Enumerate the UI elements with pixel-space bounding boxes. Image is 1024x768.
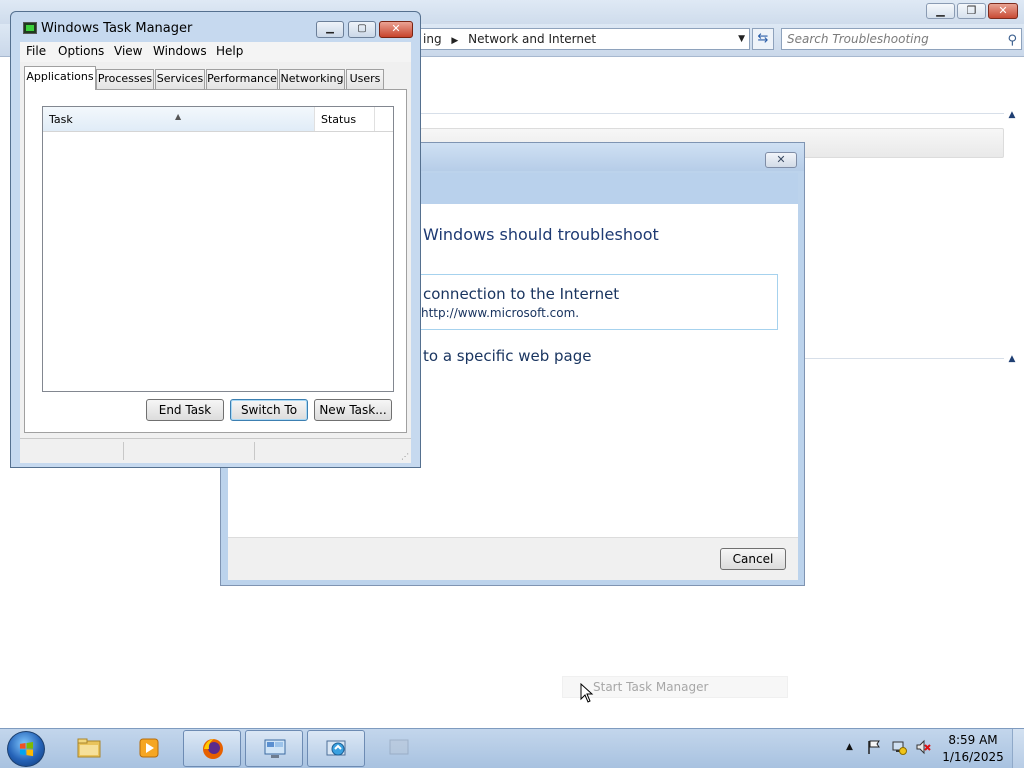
taskbar: ▲ 8:59 AM 1/16/2025 [0,728,1024,768]
dialog-footer: Cancel [228,537,798,580]
sort-ascending-icon: ▲ [175,112,182,121]
media-player-icon [139,738,159,758]
status-bar-divider [254,442,255,460]
task-manager-window: Windows Task Manager ▁ ▢ ✕ File Options … [10,11,421,468]
taskbar-troubleshooter[interactable] [307,730,365,767]
tab-applications[interactable]: Applications [24,66,96,90]
menu-help[interactable]: Help [216,44,243,58]
menu-windows[interactable]: Windows [153,44,207,58]
restore-button[interactable]: ❐ [957,3,986,19]
network-troubleshooter-icon [326,740,346,756]
dialog-heading: Windows should troubleshoot [423,225,659,244]
tab-users[interactable]: Users [346,69,384,89]
breadcrumb-segment[interactable]: ing [423,32,442,46]
cancel-button[interactable]: Cancel [720,548,786,570]
option-internet-description: http://www.microsoft.com. [421,306,580,320]
section-divider [420,113,1004,114]
column-header-task[interactable]: ▲ Task [43,107,315,131]
clock-date[interactable]: 1/16/2025 [940,750,1006,764]
taskbar-remote-desktop[interactable] [245,730,303,767]
taskbar-firefox[interactable] [183,730,241,767]
menu-bar: File Options View Windows Help [20,42,411,62]
close-button[interactable]: ✕ [988,3,1018,19]
maximize-button[interactable]: ▢ [348,21,376,38]
address-dropdown-icon[interactable]: ▼ [738,29,745,49]
menu-options[interactable]: Options [58,44,104,58]
column-header-status[interactable]: Status [315,107,375,131]
column-header-status-label: Status [321,113,357,126]
task-manager-body: Applications Processes Services Performa… [20,62,411,449]
taskbar-windows-explorer[interactable] [60,730,118,767]
resize-grip-icon[interactable]: ⋰ [401,452,409,461]
search-input[interactable]: Search Troubleshooting ⚲ [781,28,1022,50]
taskbar-task-manager[interactable] [370,730,428,767]
applications-panel: ▲ Task Status End Task Switch To New Tas… [24,89,407,433]
show-desktop-button[interactable] [1012,729,1024,768]
monitor-icon [264,739,286,758]
show-hidden-icons-icon[interactable]: ▲ [846,742,853,752]
collapse-chevron-icon[interactable]: ▲ [1006,353,1018,365]
breadcrumb-separator-icon: ▶ [451,36,459,46]
tab-networking[interactable]: Networking [279,69,345,89]
collapse-chevron-icon[interactable]: ▲ [1006,109,1018,121]
minimize-button[interactable]: ▁ [926,3,955,19]
action-center-flag-icon[interactable] [866,739,882,755]
end-task-button[interactable]: End Task [146,399,224,421]
start-task-manager-item[interactable]: Start Task Manager [562,676,788,698]
task-manager-app-icon [23,22,37,34]
task-manager-icon [389,739,409,755]
switch-to-button[interactable]: Switch To [230,399,308,421]
taskbar-media-player[interactable] [120,730,178,767]
network-status-icon[interactable] [891,739,907,755]
folder-icon [77,738,101,758]
start-button[interactable] [7,731,45,767]
firefox-icon [203,739,223,759]
column-header-task-label: Task [49,113,73,126]
address-bar[interactable]: ing ▶ Network and Internet ▼ [420,28,750,50]
close-button[interactable]: ✕ [379,21,413,38]
status-bar: ⋰ [20,438,411,463]
option-internet-title[interactable]: connection to the Internet [423,285,619,303]
task-list-header: ▲ Task Status [43,107,393,132]
search-placeholder: Search Troubleshooting [787,32,929,46]
breadcrumb-segment-current[interactable]: Network and Internet [468,32,596,46]
volume-muted-icon[interactable] [915,739,931,755]
minimize-button[interactable]: ▁ [316,21,344,38]
window-title: Windows Task Manager [41,21,193,36]
menu-view[interactable]: View [114,44,142,58]
menu-file[interactable]: File [26,44,46,58]
troubleshoot-option-webpage[interactable]: to a specific web page [423,347,591,365]
clock-time[interactable]: 8:59 AM [940,733,1006,747]
windows-logo-icon [19,742,34,757]
new-task-button[interactable]: New Task... [314,399,392,421]
start-task-manager-label: Start Task Manager [593,680,709,694]
tab-services[interactable]: Services [155,69,205,89]
task-manager-titlebar[interactable]: Windows Task Manager ▁ ▢ ✕ [11,12,420,42]
mouse-pointer-icon [580,683,594,703]
refresh-icon[interactable]: ⇆ [752,28,774,50]
tab-processes[interactable]: Processes [96,69,154,89]
tab-performance[interactable]: Performance [206,69,278,89]
status-bar-divider [123,442,124,460]
task-list[interactable]: ▲ Task Status [42,106,394,392]
dialog-close-button[interactable]: ✕ [765,152,797,168]
search-icon[interactable]: ⚲ [1007,31,1017,51]
